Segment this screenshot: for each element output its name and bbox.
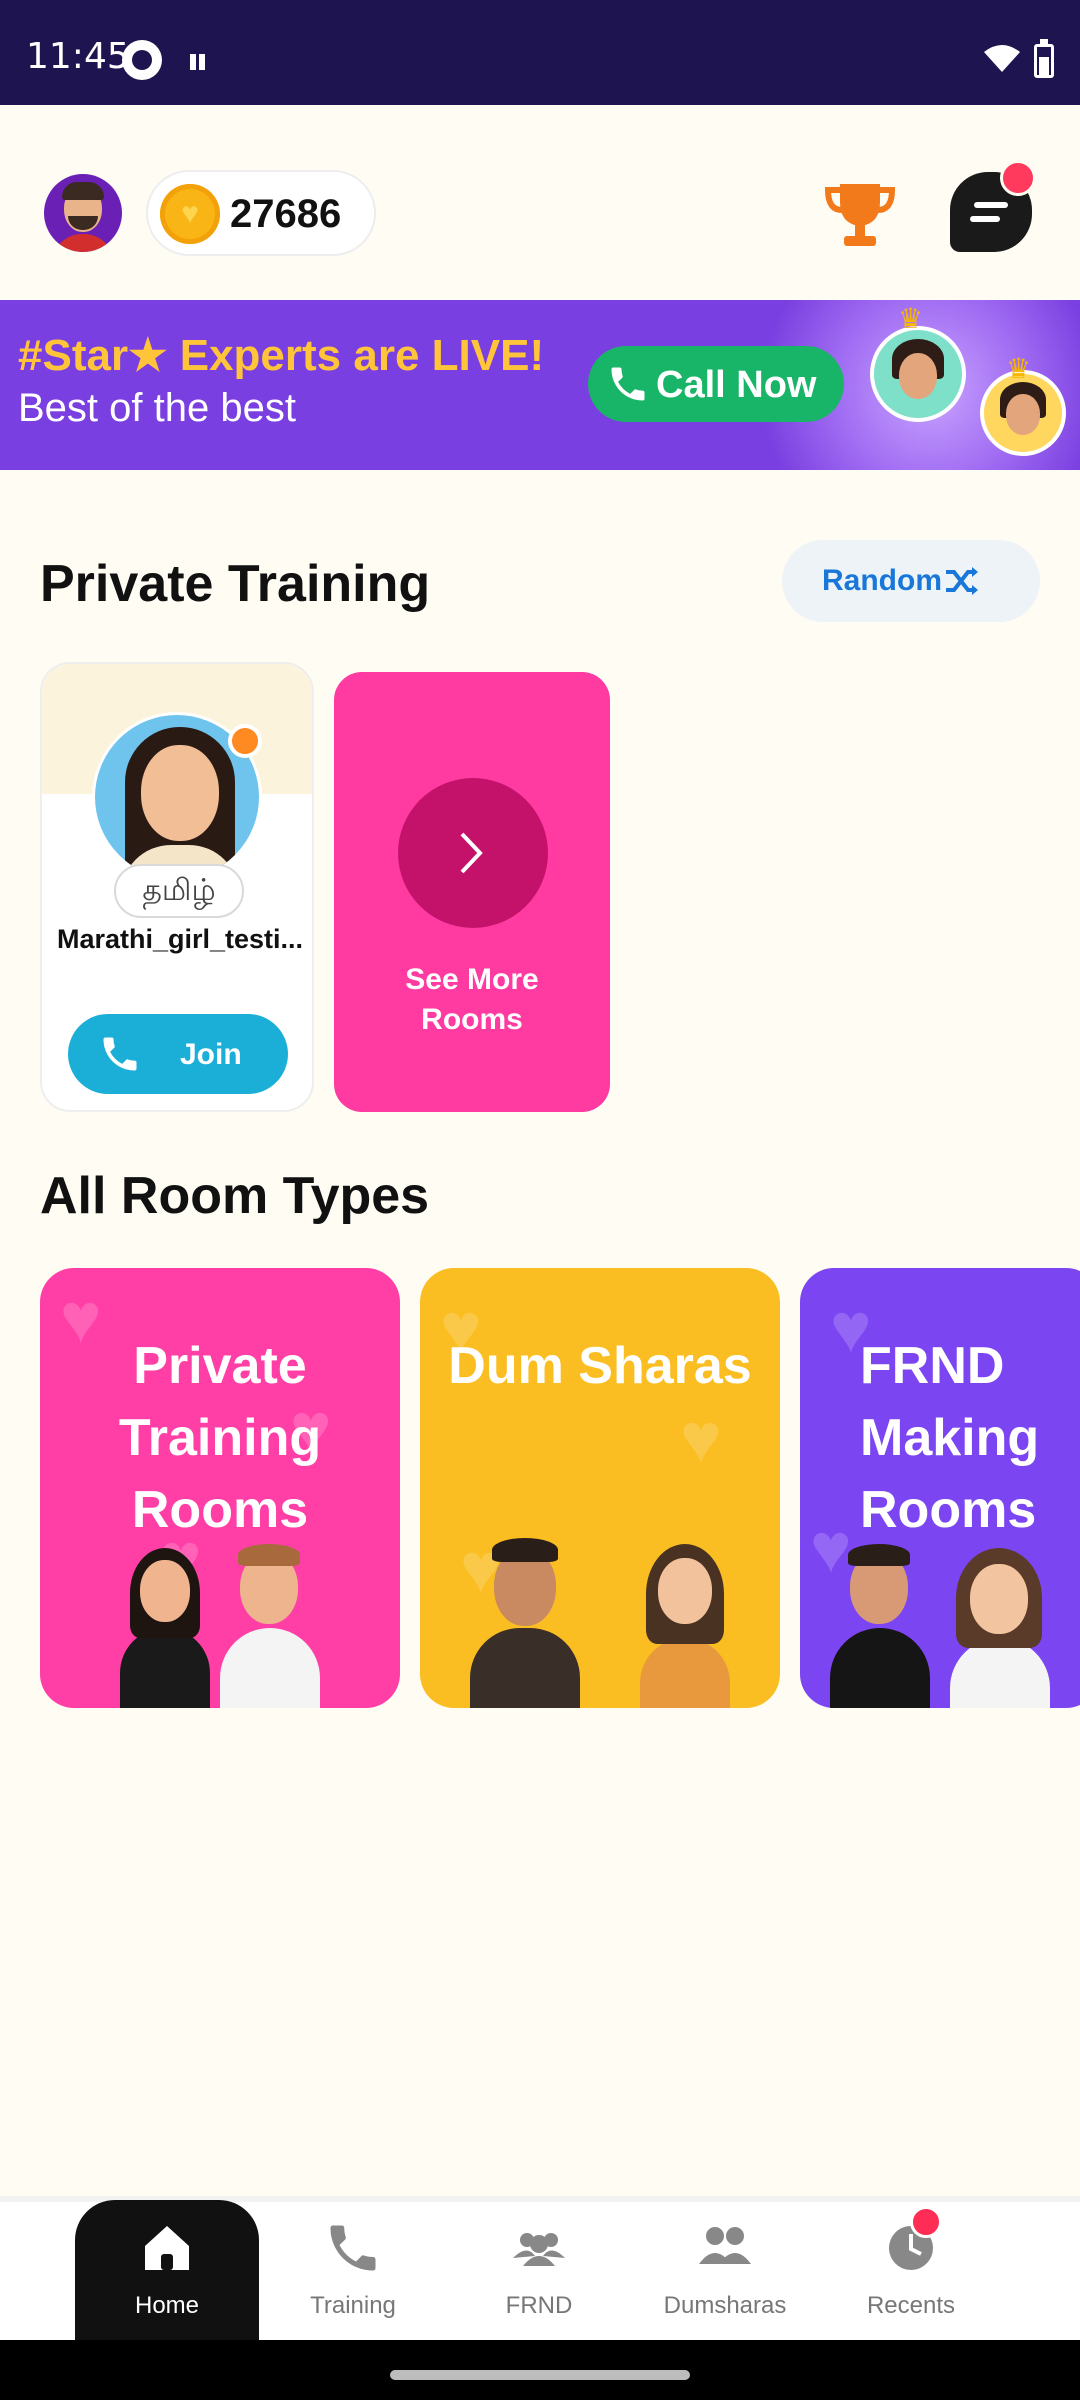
group-icon (699, 2227, 751, 2264)
see-more-rooms-card[interactable]: See More Rooms (334, 672, 610, 1112)
room-type-card-dum-sharas[interactable]: ♥ ♥ ♥ Dum Sharas (420, 1268, 780, 1708)
room-type-card-frnd-making[interactable]: ♥ ♥ FRND Making Rooms (800, 1268, 1080, 1708)
see-more-circle (398, 778, 548, 928)
private-training-title: Private Training (40, 555, 431, 613)
profile-avatar[interactable] (44, 174, 122, 252)
phone-icon (611, 367, 645, 401)
chat-notification-dot (1000, 160, 1036, 196)
chevron-right-icon (460, 832, 483, 874)
nav-label: Recents (866, 2292, 956, 2319)
coin-balance-pill[interactable]: ♥ 27686 (146, 170, 376, 256)
crown-icon: ♛ (1006, 353, 1032, 384)
friends-icon (513, 2233, 565, 2266)
room-type-illustration (450, 1528, 760, 1708)
room-type-illustration (110, 1538, 340, 1708)
training-room-card[interactable]: தமிழ் Marathi_girl_testi... Join (40, 662, 314, 1112)
room-type-illustration (820, 1538, 1080, 1708)
host-name: Marathi_girl_testi... (56, 924, 304, 954)
online-status-dot (228, 724, 262, 758)
wifi-icon (984, 45, 1020, 72)
random-label: Random (822, 564, 942, 597)
banner-title: #Star★ Experts are LIVE! (18, 331, 545, 380)
all-room-types-title: All Room Types (40, 1167, 430, 1225)
nav-frnd[interactable]: FRND (447, 2200, 631, 2340)
recents-notification-dot (910, 2206, 942, 2238)
language-badge: தமிழ் (114, 864, 244, 918)
battery-icon (1034, 39, 1054, 78)
phone-icon (330, 2225, 376, 2271)
sync-icon (122, 40, 162, 80)
expert-avatar (870, 326, 966, 422)
shuffle-icon (946, 567, 978, 595)
call-now-label: Call Now (656, 364, 817, 406)
join-button[interactable]: Join (68, 1014, 288, 1094)
coin-amount: 27686 (230, 192, 342, 236)
banner-subtitle: Best of the best (18, 386, 296, 430)
crown-icon: ♛ (898, 303, 924, 334)
room-type-card-private-training[interactable]: ♥ ♥ ♥ Private Training Rooms (40, 1268, 400, 1708)
status-bar: 11:45 (0, 0, 1080, 105)
coin-icon: ♥ (160, 184, 220, 244)
home-gesture-handle[interactable] (390, 2370, 690, 2380)
notification-icon (190, 54, 206, 70)
home-icon (145, 2226, 189, 2270)
nav-label: Home (134, 2292, 200, 2319)
nav-home[interactable]: Home (75, 2200, 259, 2340)
room-type-title: Private Training Rooms (118, 1337, 322, 1539)
trophy-icon[interactable] (822, 180, 898, 250)
status-time: 11:45 (26, 36, 130, 77)
room-type-title: Dum Sharas (448, 1337, 752, 1395)
join-label: Join (180, 1038, 242, 1071)
nav-label: Training (310, 2292, 396, 2319)
nav-label: Dumsharas (663, 2292, 787, 2319)
phone-icon (103, 1037, 137, 1071)
see-more-label: See More Rooms (405, 963, 539, 1036)
call-now-button[interactable]: Call Now (588, 346, 844, 422)
room-type-title: FRND Making Rooms (860, 1337, 1040, 1539)
nav-label: FRND (505, 2292, 573, 2319)
random-button[interactable]: Random (782, 540, 1040, 622)
nav-dumsharas[interactable]: Dumsharas (633, 2200, 817, 2340)
nav-training[interactable]: Training (261, 2200, 445, 2340)
